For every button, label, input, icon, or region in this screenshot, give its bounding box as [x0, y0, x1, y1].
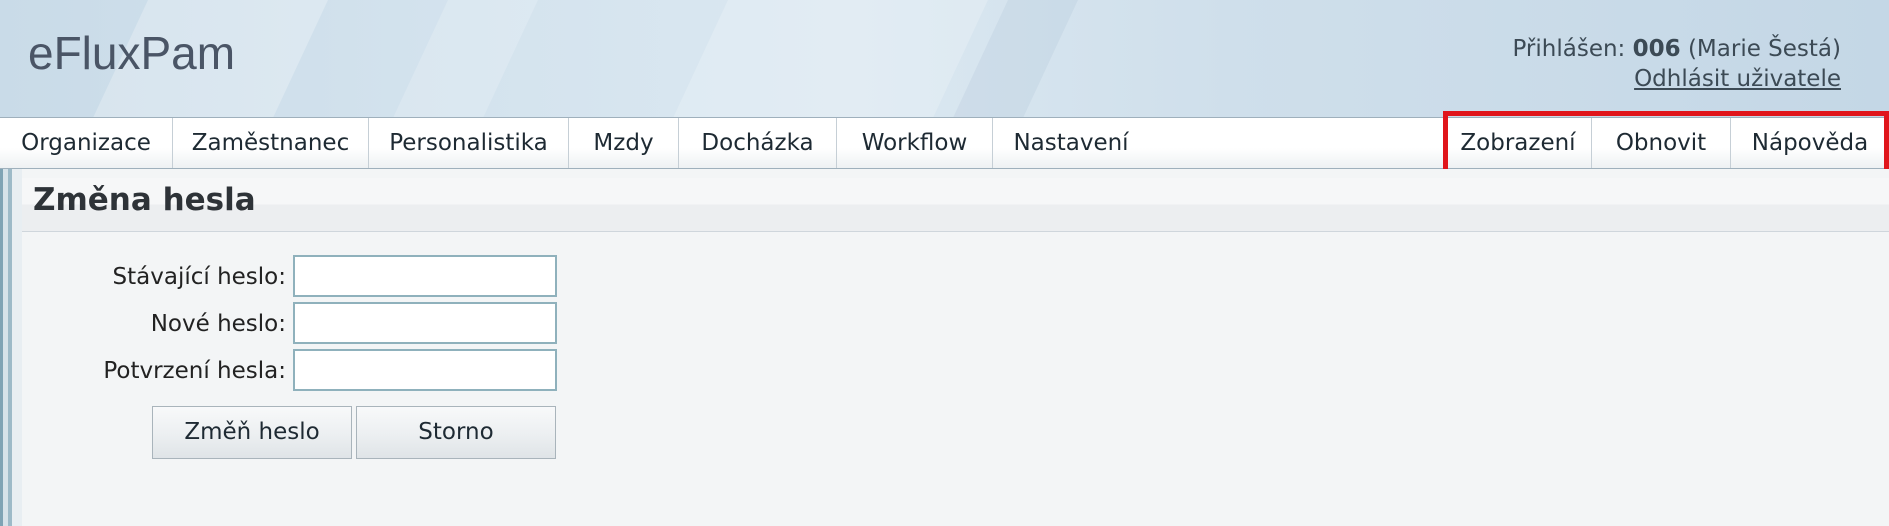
- app-window: eFluxPam Přihlášen: 006 (Marie Šestá) Od…: [0, 0, 1889, 526]
- main-menu-bar: Organizace Zaměstnanec Personalistika Mz…: [0, 117, 1889, 169]
- user-name: (Marie Šestá): [1687, 36, 1841, 62]
- menu-item-organizace[interactable]: Organizace: [0, 118, 173, 168]
- new-password-label: Nové heslo:: [150, 311, 286, 337]
- change-password-button[interactable]: Změň heslo: [152, 406, 352, 459]
- logout-link[interactable]: Odhlásit uživatele: [1634, 66, 1841, 92]
- menu-item-mzdy[interactable]: Mzdy: [569, 118, 679, 168]
- menu-item-zamestnanec[interactable]: Zaměstnanec: [173, 118, 369, 168]
- cancel-button[interactable]: Storno: [356, 406, 556, 459]
- current-password-input[interactable]: [293, 255, 557, 297]
- user-info: Přihlášen: 006 (Marie Šestá) Odhlásit už…: [1512, 34, 1841, 94]
- current-password-label: Stávající heslo:: [112, 264, 286, 290]
- confirm-password-row: Potvrzení hesla:: [40, 350, 286, 392]
- page-title-bar: [22, 178, 1889, 232]
- menu-item-workflow[interactable]: Workflow: [837, 118, 993, 168]
- header-banner: eFluxPam Přihlášen: 006 (Marie Šestá) Od…: [0, 0, 1889, 117]
- new-password-row: Nové heslo:: [40, 303, 286, 345]
- menu-item-obnovit[interactable]: Obnovit: [1591, 118, 1730, 168]
- current-password-row: Stávající heslo:: [40, 256, 286, 298]
- new-password-input[interactable]: [293, 302, 557, 344]
- header-decor-stripe: [662, 0, 998, 117]
- confirm-password-label: Potvrzení hesla:: [103, 358, 286, 384]
- confirm-password-input[interactable]: [293, 349, 557, 391]
- logged-in-prefix: Přihlášen:: [1512, 36, 1626, 62]
- menu-item-zobrazeni[interactable]: Zobrazení: [1445, 118, 1591, 168]
- header-decor-stripe: [382, 0, 548, 117]
- left-rail-decoration: [0, 169, 22, 526]
- menu-item-dochazka[interactable]: Docházka: [679, 118, 837, 168]
- logged-in-line: Přihlášen: 006 (Marie Šestá): [1512, 34, 1841, 64]
- menu-item-nastaveni[interactable]: Nastavení: [993, 118, 1149, 168]
- menu-item-personalistika[interactable]: Personalistika: [369, 118, 569, 168]
- page-title: Změna hesla: [33, 182, 256, 218]
- menu-item-napoveda[interactable]: Nápověda: [1730, 118, 1889, 168]
- user-code: 006: [1632, 36, 1681, 62]
- app-logo: eFluxPam: [28, 27, 236, 79]
